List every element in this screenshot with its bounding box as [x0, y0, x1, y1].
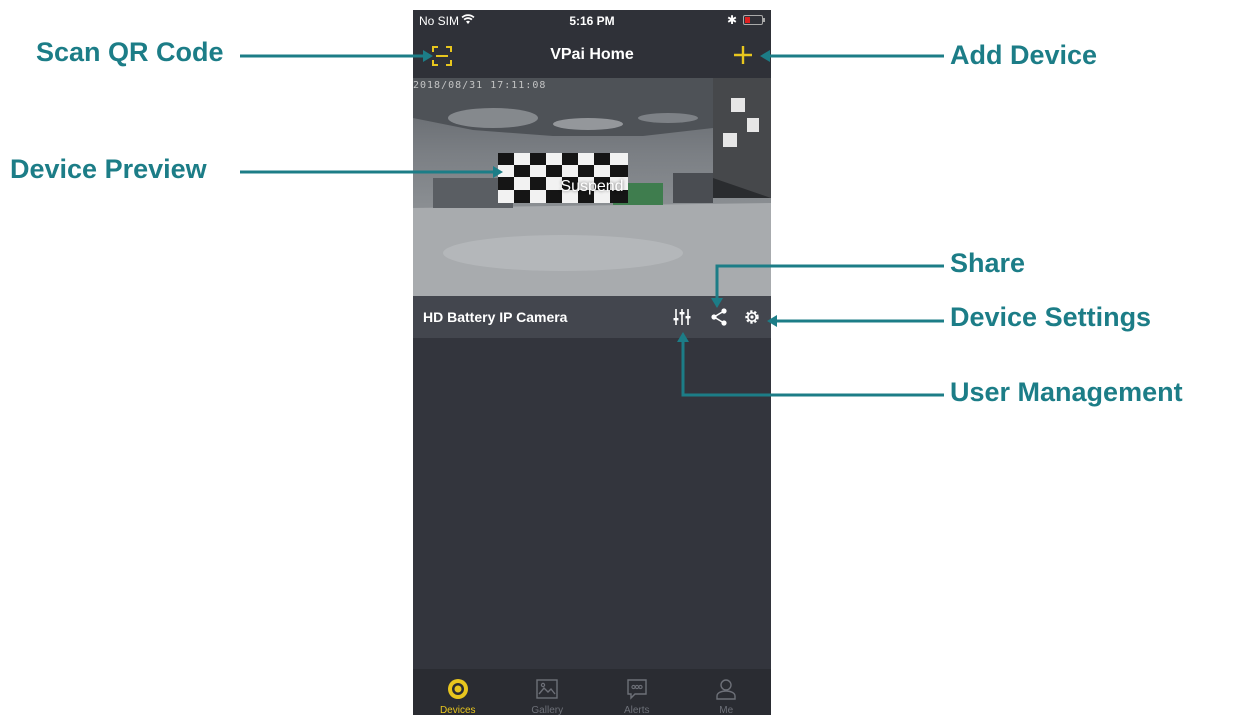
- devices-icon: [447, 679, 468, 699]
- battery-icon: [743, 15, 765, 25]
- tab-devices[interactable]: Devices: [413, 669, 503, 715]
- device-row[interactable]: HD Battery IP Camera: [413, 296, 771, 338]
- user-management-button[interactable]: [672, 306, 692, 328]
- device-settings-callout: Device Settings: [950, 302, 1152, 332]
- gallery-icon: [536, 679, 558, 699]
- tab-me-label: Me: [719, 705, 734, 715]
- status-bar: No SIM 5:16 PM ✱: [413, 10, 771, 32]
- tab-alerts-label: Alerts: [623, 705, 650, 715]
- settings-icon: [745, 310, 759, 324]
- tab-bar: Devices Gallery Alerts Me: [413, 669, 771, 715]
- add-device-callout: Add Device: [950, 40, 1098, 70]
- share-callout: Share: [950, 248, 1026, 278]
- tab-devices-label: Devices: [439, 705, 476, 715]
- alerts-icon: [627, 679, 647, 700]
- profile-icon: [716, 679, 736, 700]
- preview-timestamp: 2018/08/31 17:11:08: [413, 80, 547, 91]
- bluetooth-icon: ✱: [726, 13, 737, 27]
- plus-icon: [734, 46, 752, 64]
- user-management-callout: User Management: [950, 377, 1183, 407]
- device-preview[interactable]: 2018/08/31 17:11:08 Suspend: [413, 78, 771, 296]
- tab-alerts[interactable]: Alerts: [592, 669, 682, 715]
- clock-label: 5:16 PM: [569, 14, 615, 28]
- page-title: VPai Home: [550, 46, 634, 63]
- preview-status-label: Suspend: [560, 178, 624, 195]
- device-preview-callout: Device Preview: [10, 154, 207, 184]
- scan-qr-callout: Scan QR Code: [36, 37, 224, 67]
- share-icon: [711, 308, 727, 326]
- tab-gallery-label: Gallery: [531, 705, 564, 715]
- user-management-icon: [673, 309, 691, 325]
- nav-bar: VPai Home: [413, 32, 771, 78]
- device-list-empty-area: [413, 338, 771, 669]
- tab-gallery[interactable]: Gallery: [503, 669, 593, 715]
- device-name: HD Battery IP Camera: [423, 309, 568, 325]
- tab-me[interactable]: Me: [682, 669, 772, 715]
- phone-screen: No SIM 5:16 PM ✱ VPai Home 2018/08/31 17…: [413, 10, 771, 715]
- share-button[interactable]: [709, 306, 729, 328]
- add-device-button[interactable]: [729, 40, 757, 70]
- device-settings-button[interactable]: [742, 306, 762, 328]
